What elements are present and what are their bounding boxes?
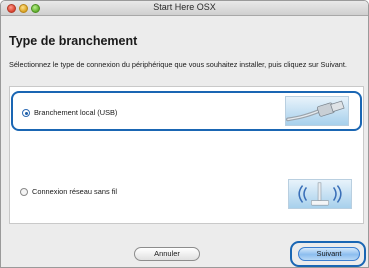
next-button-highlight: Suivant — [290, 241, 366, 267]
instructions-text: Sélectionnez le type de connexion du pér… — [9, 60, 347, 69]
wireless-router-icon — [288, 179, 352, 209]
window-title: Start Here OSX — [153, 2, 216, 12]
usb-option-label[interactable]: Branchement local (USB) — [34, 108, 117, 117]
cancel-button[interactable]: Annuler — [134, 247, 200, 261]
wireless-radio-button[interactable] — [20, 188, 28, 196]
page-title: Type de branchement — [9, 34, 138, 48]
option-usb[interactable]: Branchement local (USB) — [11, 91, 362, 131]
wireless-option-label[interactable]: Connexion réseau sans fil — [32, 187, 117, 196]
next-button[interactable]: Suivant — [298, 247, 360, 261]
usb-radio-button[interactable] — [22, 109, 30, 117]
connection-options-panel: Branchement local (USB) Connexion réseau… — [9, 86, 364, 224]
title-bar: Start Here OSX — [1, 1, 368, 16]
option-wireless[interactable]: Connexion réseau sans fil — [11, 172, 362, 212]
usb-cable-icon — [285, 96, 349, 126]
installer-window: Start Here OSX Type de branchement Sélec… — [0, 0, 369, 268]
